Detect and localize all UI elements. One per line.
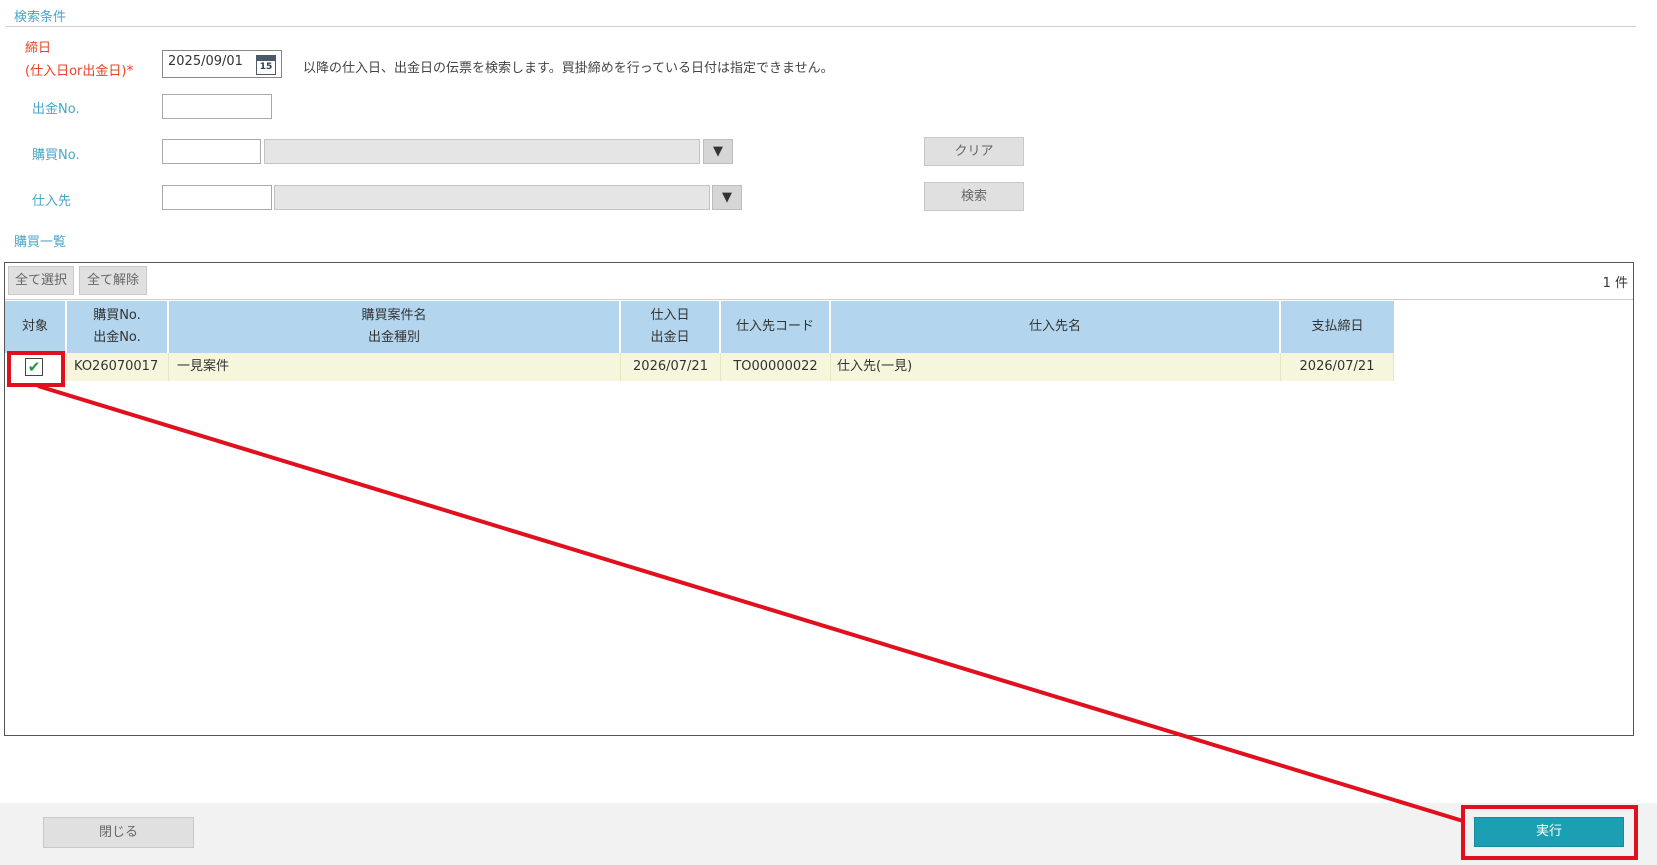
annotation-arrow <box>37 384 1464 823</box>
execute-highlight-box <box>1461 805 1638 860</box>
annotation-line <box>37 384 1464 823</box>
checkbox-highlight-box <box>7 351 65 387</box>
